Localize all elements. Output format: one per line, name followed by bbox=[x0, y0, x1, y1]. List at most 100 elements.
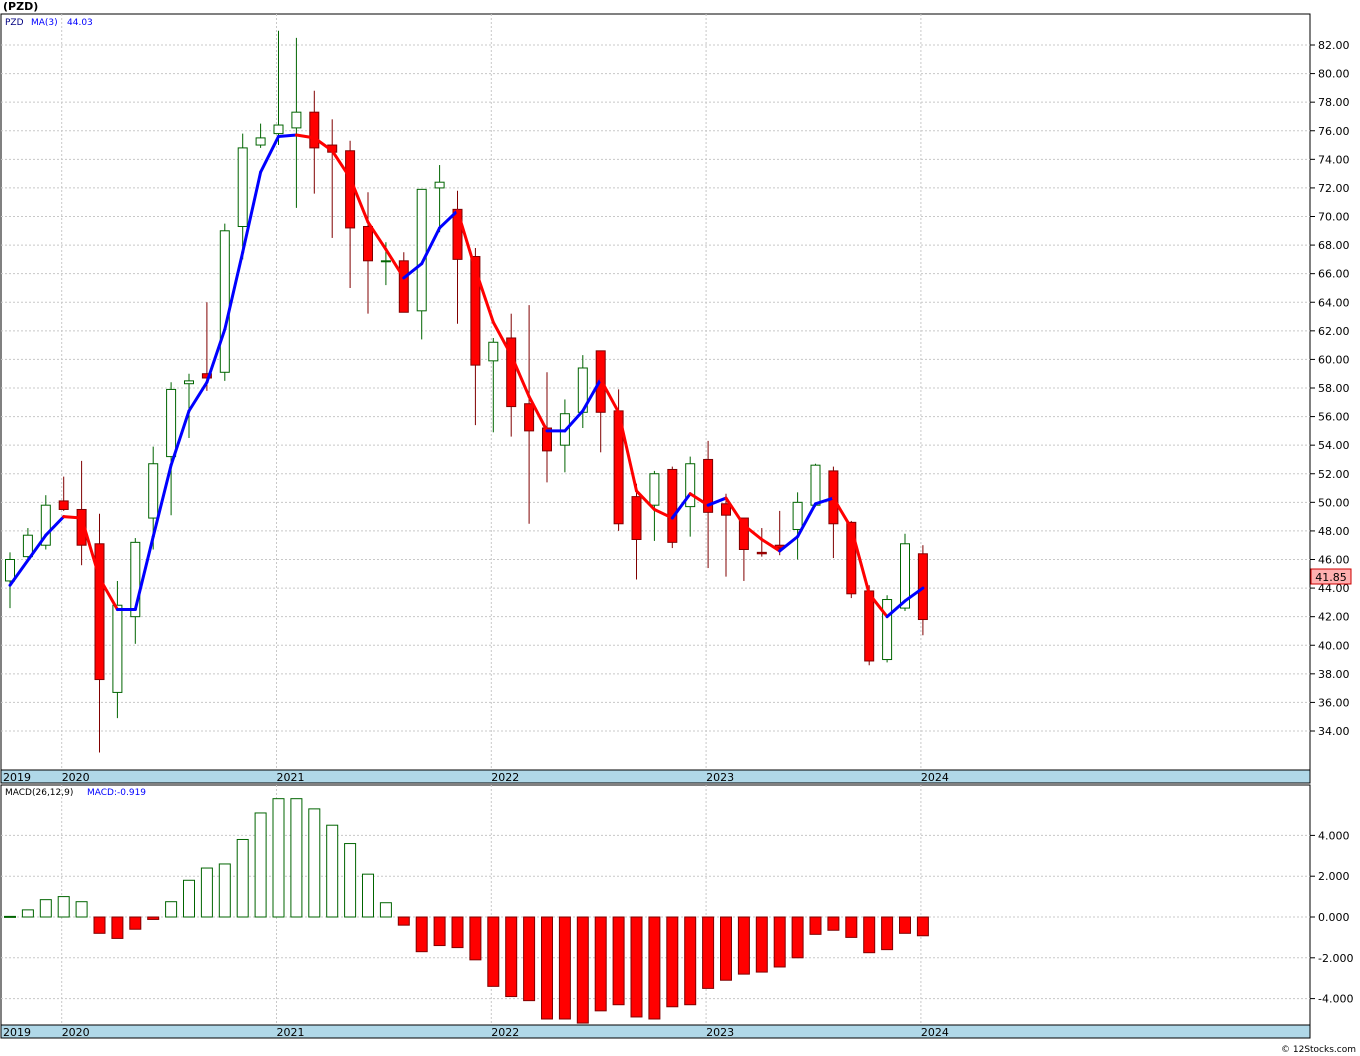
macd-bar bbox=[218, 863, 231, 918]
candle-body bbox=[58, 500, 69, 510]
candle-body bbox=[756, 551, 767, 555]
macd-bar bbox=[290, 798, 303, 918]
price-y-tick-label: 42.00 bbox=[1318, 611, 1350, 624]
price-x-tick-label: 2024 bbox=[921, 771, 949, 784]
macd-x-tick-label: 2020 bbox=[62, 1026, 90, 1039]
price-x-tick-label: 2022 bbox=[491, 771, 519, 784]
macd-bar bbox=[558, 916, 571, 1020]
candle-body bbox=[112, 604, 123, 693]
price-y-tick-label: 46.00 bbox=[1318, 554, 1350, 567]
macd-bar bbox=[845, 916, 858, 938]
chart-title: (PZD) bbox=[3, 0, 38, 13]
macd-bar bbox=[505, 916, 518, 998]
macd-bar bbox=[111, 916, 124, 939]
price-x-axis-band bbox=[0, 769, 1311, 784]
macd-bar bbox=[469, 916, 482, 961]
candle-body bbox=[166, 388, 177, 458]
macd-bar bbox=[451, 916, 464, 949]
macd-bar bbox=[523, 916, 536, 1002]
price-y-tick-label: 82.00 bbox=[1318, 39, 1350, 52]
macd-bar bbox=[755, 916, 768, 973]
price-y-tick-label: 70.00 bbox=[1318, 211, 1350, 224]
macd-bar bbox=[39, 899, 52, 918]
macd-bar bbox=[684, 916, 697, 1006]
price-y-tick-label: 68.00 bbox=[1318, 239, 1350, 252]
macd-bar bbox=[236, 838, 249, 918]
price-x-tick-label: 2021 bbox=[277, 771, 305, 784]
macd-bar bbox=[773, 916, 786, 968]
macd-bar bbox=[702, 916, 715, 989]
macd-bar bbox=[397, 916, 410, 926]
macd-bar bbox=[881, 916, 894, 951]
macd-bar bbox=[75, 901, 88, 918]
price-legend-ma-label: MA(3) bbox=[31, 18, 58, 28]
price-y-tick-label: 78.00 bbox=[1318, 96, 1350, 109]
macd-x-tick-label: 2023 bbox=[706, 1026, 734, 1039]
candle-body bbox=[255, 137, 266, 146]
macd-bar bbox=[737, 916, 750, 975]
macd-bar bbox=[362, 873, 374, 918]
candle-body bbox=[363, 226, 373, 262]
price-y-tick-label: 74.00 bbox=[1318, 153, 1350, 166]
candle-body bbox=[273, 124, 284, 135]
price-y-tick-label: 48.00 bbox=[1318, 525, 1350, 538]
macd-x-tick-label: 2024 bbox=[921, 1026, 949, 1039]
price-y-tick-label: 52.00 bbox=[1318, 468, 1350, 481]
macd-legend-value: MACD:-0.919 bbox=[87, 788, 146, 798]
candle-body bbox=[810, 464, 821, 506]
candle-body bbox=[219, 230, 230, 373]
price-y-tick-label: 66.00 bbox=[1318, 268, 1350, 281]
macd-x-tick-label: 2021 bbox=[277, 1026, 305, 1039]
macd-bar bbox=[487, 916, 500, 987]
macd-bar bbox=[308, 808, 321, 918]
macd-y-tick-label: 4.000 bbox=[1318, 829, 1350, 842]
candle-body bbox=[291, 111, 302, 129]
price-panel-frame bbox=[0, 13, 1311, 771]
macd-bar bbox=[809, 916, 822, 935]
macd-x-axis-band bbox=[0, 1024, 1311, 1039]
macd-bar bbox=[720, 916, 732, 981]
macd-bar bbox=[916, 916, 929, 937]
ma-segment bbox=[62, 515, 84, 520]
price-y-tick-label: 72.00 bbox=[1318, 182, 1350, 195]
candle-body bbox=[864, 590, 875, 662]
macd-bar bbox=[863, 916, 876, 954]
macd-bar bbox=[57, 896, 70, 918]
price-y-tick-label: 38.00 bbox=[1318, 668, 1350, 681]
macd-y-tick-label: 0.000 bbox=[1318, 911, 1350, 924]
candle-body bbox=[309, 111, 320, 149]
macd-bar bbox=[272, 798, 285, 918]
price-y-tick-label: 80.00 bbox=[1318, 68, 1350, 81]
candle-body bbox=[792, 501, 803, 530]
macd-bar bbox=[576, 916, 589, 1024]
price-legend-symbol: PZD bbox=[5, 18, 24, 28]
price-y-tick-label: 64.00 bbox=[1318, 296, 1350, 309]
macd-bar bbox=[415, 916, 428, 953]
price-y-tick-label: 60.00 bbox=[1318, 353, 1350, 366]
price-y-tick-label: 56.00 bbox=[1318, 411, 1350, 424]
macd-x-tick-label: 2022 bbox=[491, 1026, 519, 1039]
macd-y-tick-label: -4.000 bbox=[1318, 993, 1353, 1006]
price-y-tick-label: 34.00 bbox=[1318, 725, 1350, 738]
macd-y-tick-label: 2.000 bbox=[1318, 870, 1350, 883]
macd-bar bbox=[899, 916, 911, 934]
macd-bar bbox=[433, 916, 446, 947]
candle-body bbox=[184, 380, 194, 385]
macd-bar bbox=[4, 915, 16, 918]
candle-body bbox=[416, 188, 427, 312]
candle-body bbox=[398, 260, 409, 313]
stock-chart: (PZD) 82.00 80.00 78.00 76.00 74.00 72.00 70.0… bbox=[0, 0, 1360, 1056]
price-legend-ma-value: 44.03 bbox=[67, 18, 93, 28]
footer-credit: © 12Stocks.com bbox=[1281, 1045, 1356, 1055]
candle-body bbox=[5, 559, 15, 582]
candle-body bbox=[148, 463, 159, 519]
candle bbox=[882, 595, 893, 663]
last-price-label: 41.85 bbox=[1315, 571, 1347, 584]
candle-body bbox=[237, 147, 248, 228]
candle-body bbox=[649, 473, 660, 506]
macd-bar bbox=[594, 916, 607, 1012]
macd-bar bbox=[612, 916, 625, 1006]
macd-bar bbox=[827, 916, 840, 931]
candle-body bbox=[667, 468, 678, 543]
ma-segment bbox=[277, 133, 298, 138]
